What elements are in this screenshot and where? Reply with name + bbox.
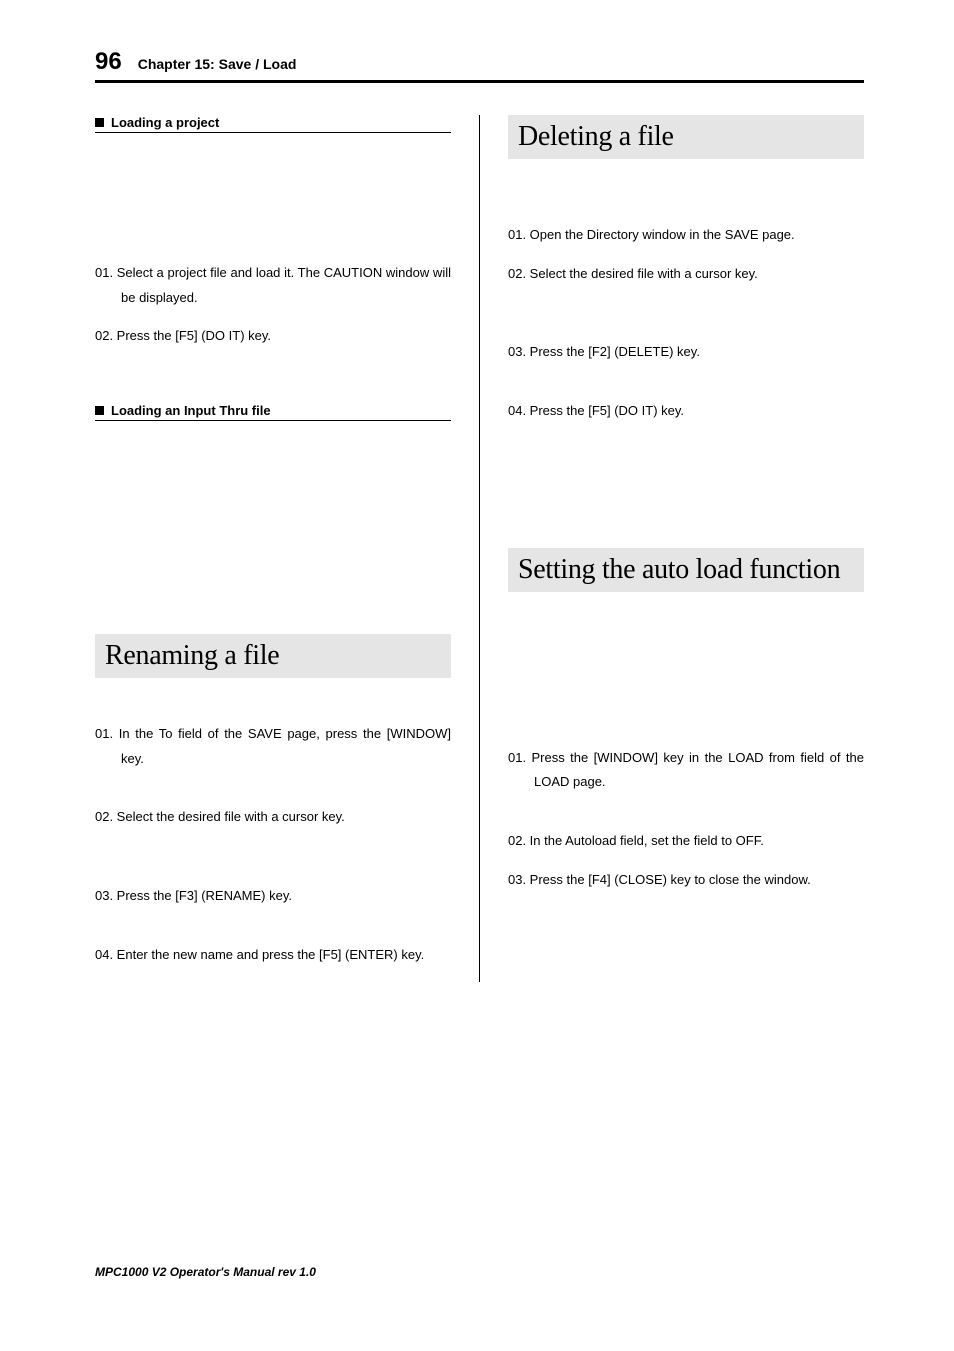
step-text: 01. Select a project file and load it. T… (95, 261, 451, 310)
step-text: 03. Press the [F2] (DELETE) key. (508, 340, 864, 365)
left-column: Loading a project 01. Select a project f… (95, 115, 451, 982)
step-text: 03. Press the [F3] (RENAME) key. (95, 884, 451, 909)
step-text: 02. Select the desired file with a curso… (95, 805, 451, 830)
step-text: 02. Press the [F5] (DO IT) key. (95, 324, 451, 349)
section-heading-renaming: Renaming a file (95, 634, 451, 678)
step-text: 03. Press the [F4] (CLOSE) key to close … (508, 868, 864, 893)
step-text: 04. Press the [F5] (DO IT) key. (508, 399, 864, 424)
page-header: 96 Chapter 15: Save / Load (95, 48, 864, 83)
page-content: 96 Chapter 15: Save / Load Loading a pro… (0, 0, 954, 1022)
chapter-title: Chapter 15: Save / Load (138, 56, 297, 72)
footer-text: MPC1000 V2 Operator's Manual rev 1.0 (95, 1265, 316, 1279)
subsection-title: Loading a project (111, 115, 219, 130)
subsection-loading-project: Loading a project (95, 115, 451, 133)
square-bullet-icon (95, 406, 104, 415)
square-bullet-icon (95, 118, 104, 127)
step-text: 02. Select the desired file with a curso… (508, 262, 864, 287)
section-heading-autoload: Setting the auto load function (508, 548, 864, 592)
step-text: 04. Enter the new name and press the [F5… (95, 943, 451, 968)
step-text: 02. In the Autoload field, set the field… (508, 829, 864, 854)
step-text: 01. Open the Directory window in the SAV… (508, 223, 864, 248)
page-number: 96 (95, 48, 122, 76)
step-text: 01. Press the [WINDOW] key in the LOAD f… (508, 746, 864, 795)
column-divider (479, 115, 480, 982)
two-column-layout: Loading a project 01. Select a project f… (95, 115, 864, 982)
subsection-title: Loading an Input Thru file (111, 403, 271, 418)
subsection-loading-input-thru: Loading an Input Thru file (95, 403, 451, 421)
right-column: Deleting a file 01. Open the Directory w… (508, 115, 864, 982)
step-text: 01. In the To field of the SAVE page, pr… (95, 722, 451, 771)
section-heading-deleting: Deleting a file (508, 115, 864, 159)
